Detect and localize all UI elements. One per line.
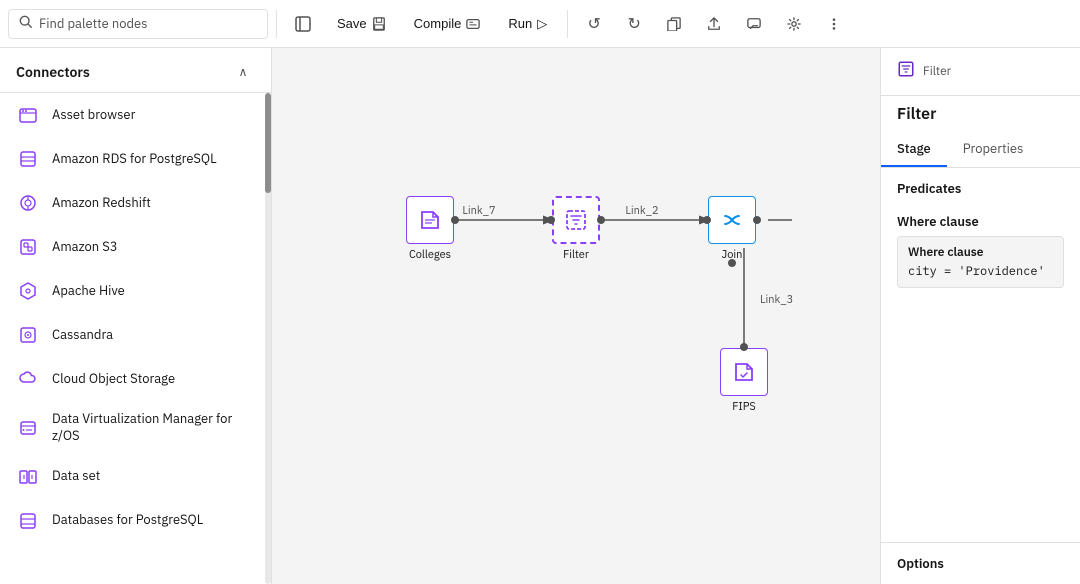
- options-section: Options: [881, 542, 1080, 584]
- right-panel-node-type: Filter: [923, 64, 951, 79]
- node-fips-box[interactable]: [720, 348, 768, 396]
- panel-tabs: Stage Properties: [881, 132, 1080, 168]
- sidebar-item-label-asset-browser: Asset browser: [52, 107, 135, 124]
- toolbar-divider-2: [567, 10, 568, 38]
- node-join-port-right: [753, 216, 761, 224]
- where-clause-section: Where clause Where clause city = 'Provid…: [881, 213, 1080, 296]
- svg-text:Link_3: Link_3: [760, 293, 793, 307]
- predicates-section: Predicates: [881, 168, 1080, 213]
- panel-spacer: [881, 296, 1080, 542]
- main-layout: Connectors ∧ Asset browser: [0, 48, 1080, 584]
- settings-button[interactable]: [776, 6, 812, 42]
- predicates-label: Predicates: [897, 180, 1064, 197]
- compile-button[interactable]: Compile: [402, 10, 493, 37]
- sidebar-item-label-data-virt-manager: Data Virtualization Manager for z/OS: [52, 411, 255, 445]
- node-colleges-box[interactable]: [406, 196, 454, 244]
- sidebar-item-data-virt-manager[interactable]: Data Virtualization Manager for z/OS: [0, 401, 271, 455]
- apache-hive-icon: [16, 279, 40, 303]
- node-filter-port-left: [547, 216, 555, 224]
- where-clause-value: city = 'Providence': [908, 264, 1053, 279]
- node-colleges-port-right: [451, 216, 459, 224]
- node-fips[interactable]: FIPS: [720, 348, 768, 414]
- sidebar-items: Asset browser Amazon RDS for PostgreSQL: [0, 93, 271, 543]
- sidebar-item-label-cloud-object-storage: Cloud Object Storage: [52, 371, 175, 388]
- sidebar-item-label-apache-hive: Apache Hive: [52, 283, 125, 300]
- amazon-rds-icon: [16, 147, 40, 171]
- sidebar-item-amazon-redshift[interactable]: Amazon Redshift: [0, 181, 271, 225]
- sidebar-scrollbar-thumb[interactable]: [265, 93, 271, 193]
- sidebar-item-label-amazon-rds: Amazon RDS for PostgreSQL: [52, 151, 217, 168]
- asset-browser-icon: [16, 103, 40, 127]
- toolbar: Find palette nodes Save Compile Run ▷ ↺ …: [0, 0, 1080, 48]
- redo-button[interactable]: ↻: [616, 6, 652, 42]
- node-filter[interactable]: Filter: [552, 196, 600, 262]
- node-join-box[interactable]: [708, 196, 756, 244]
- sidebar-item-cassandra[interactable]: Cassandra: [0, 313, 271, 357]
- comment-button[interactable]: [736, 6, 772, 42]
- amazon-s3-icon: [16, 235, 40, 259]
- options-label: Options: [897, 555, 1064, 572]
- sidebar-item-databases-postgresql[interactable]: Databases for PostgreSQL: [0, 499, 271, 543]
- sidebar: Connectors ∧ Asset browser: [0, 48, 272, 584]
- node-join-port-bottom: [728, 259, 736, 267]
- svg-text:Link_2: Link_2: [625, 204, 658, 218]
- where-clause-box-label: Where clause: [908, 245, 1053, 260]
- node-filter-box[interactable]: [552, 196, 600, 244]
- node-fips-label: FIPS: [732, 400, 756, 414]
- search-placeholder: Find palette nodes: [39, 15, 148, 32]
- sidebar-item-asset-browser[interactable]: Asset browser: [0, 93, 271, 137]
- sidebar-scrollbar-track: [265, 93, 271, 584]
- sidebar-item-label-cassandra: Cassandra: [52, 327, 113, 344]
- right-panel: Filter Filter Stage Properties Predicate…: [880, 48, 1080, 584]
- toggle-panel-btn[interactable]: [285, 6, 321, 42]
- amazon-redshift-icon: [16, 191, 40, 215]
- canvas[interactable]: Link_7 Link_2 Link_3: [272, 48, 880, 584]
- svg-text:Link_7: Link_7: [462, 204, 495, 218]
- save-button[interactable]: Save: [325, 10, 398, 37]
- undo-button[interactable]: ↺: [576, 6, 612, 42]
- right-panel-header: Filter: [881, 48, 1080, 96]
- collapse-sidebar-btn[interactable]: ∧: [231, 60, 255, 84]
- node-colleges-label: Colleges: [409, 248, 451, 262]
- where-clause-box[interactable]: Where clause city = 'Providence': [897, 236, 1064, 288]
- data-virt-manager-icon: [16, 416, 40, 440]
- run-button[interactable]: Run ▷: [496, 10, 559, 38]
- sidebar-item-label-amazon-redshift: Amazon Redshift: [52, 195, 151, 212]
- cloud-object-storage-icon: [16, 367, 40, 391]
- sidebar-item-apache-hive[interactable]: Apache Hive: [0, 269, 271, 313]
- search-box[interactable]: Find palette nodes: [8, 9, 268, 39]
- right-panel-icon: [897, 60, 915, 83]
- share-button[interactable]: [696, 6, 732, 42]
- canvas-connections: Link_7 Link_2 Link_3: [272, 48, 880, 584]
- node-fips-port-top: [740, 343, 748, 351]
- run-icon: ▷: [537, 16, 547, 32]
- tab-properties[interactable]: Properties: [947, 132, 1040, 167]
- sidebar-item-amazon-rds[interactable]: Amazon RDS for PostgreSQL: [0, 137, 271, 181]
- databases-postgresql-icon: [16, 509, 40, 533]
- sidebar-item-data-set[interactable]: Data set: [0, 455, 271, 499]
- copy-button[interactable]: [656, 6, 692, 42]
- node-filter-port-right: [597, 216, 605, 224]
- right-panel-title: Filter: [881, 96, 1080, 124]
- data-set-icon: [16, 465, 40, 489]
- sidebar-wrapper: Asset browser Amazon RDS for PostgreSQL: [0, 93, 271, 584]
- sidebar-header: Connectors ∧: [0, 48, 271, 93]
- sidebar-item-label-data-set: Data set: [52, 468, 100, 485]
- sidebar-item-cloud-object-storage[interactable]: Cloud Object Storage: [0, 357, 271, 401]
- toolbar-divider-1: [276, 10, 277, 38]
- search-icon: [19, 15, 33, 33]
- node-join[interactable]: Join: [708, 196, 756, 262]
- cassandra-icon: [16, 323, 40, 347]
- sidebar-item-label-databases-postgresql: Databases for PostgreSQL: [52, 512, 203, 529]
- sidebar-item-label-amazon-s3: Amazon S3: [52, 239, 118, 256]
- node-filter-label: Filter: [563, 248, 589, 262]
- menu-button[interactable]: [816, 6, 852, 42]
- where-clause-title: Where clause: [897, 213, 1064, 230]
- sidebar-title: Connectors: [16, 63, 90, 81]
- sidebar-item-amazon-s3[interactable]: Amazon S3: [0, 225, 271, 269]
- node-colleges[interactable]: Colleges: [406, 196, 454, 262]
- node-join-port-left: [703, 216, 711, 224]
- tab-stage[interactable]: Stage: [881, 132, 947, 167]
